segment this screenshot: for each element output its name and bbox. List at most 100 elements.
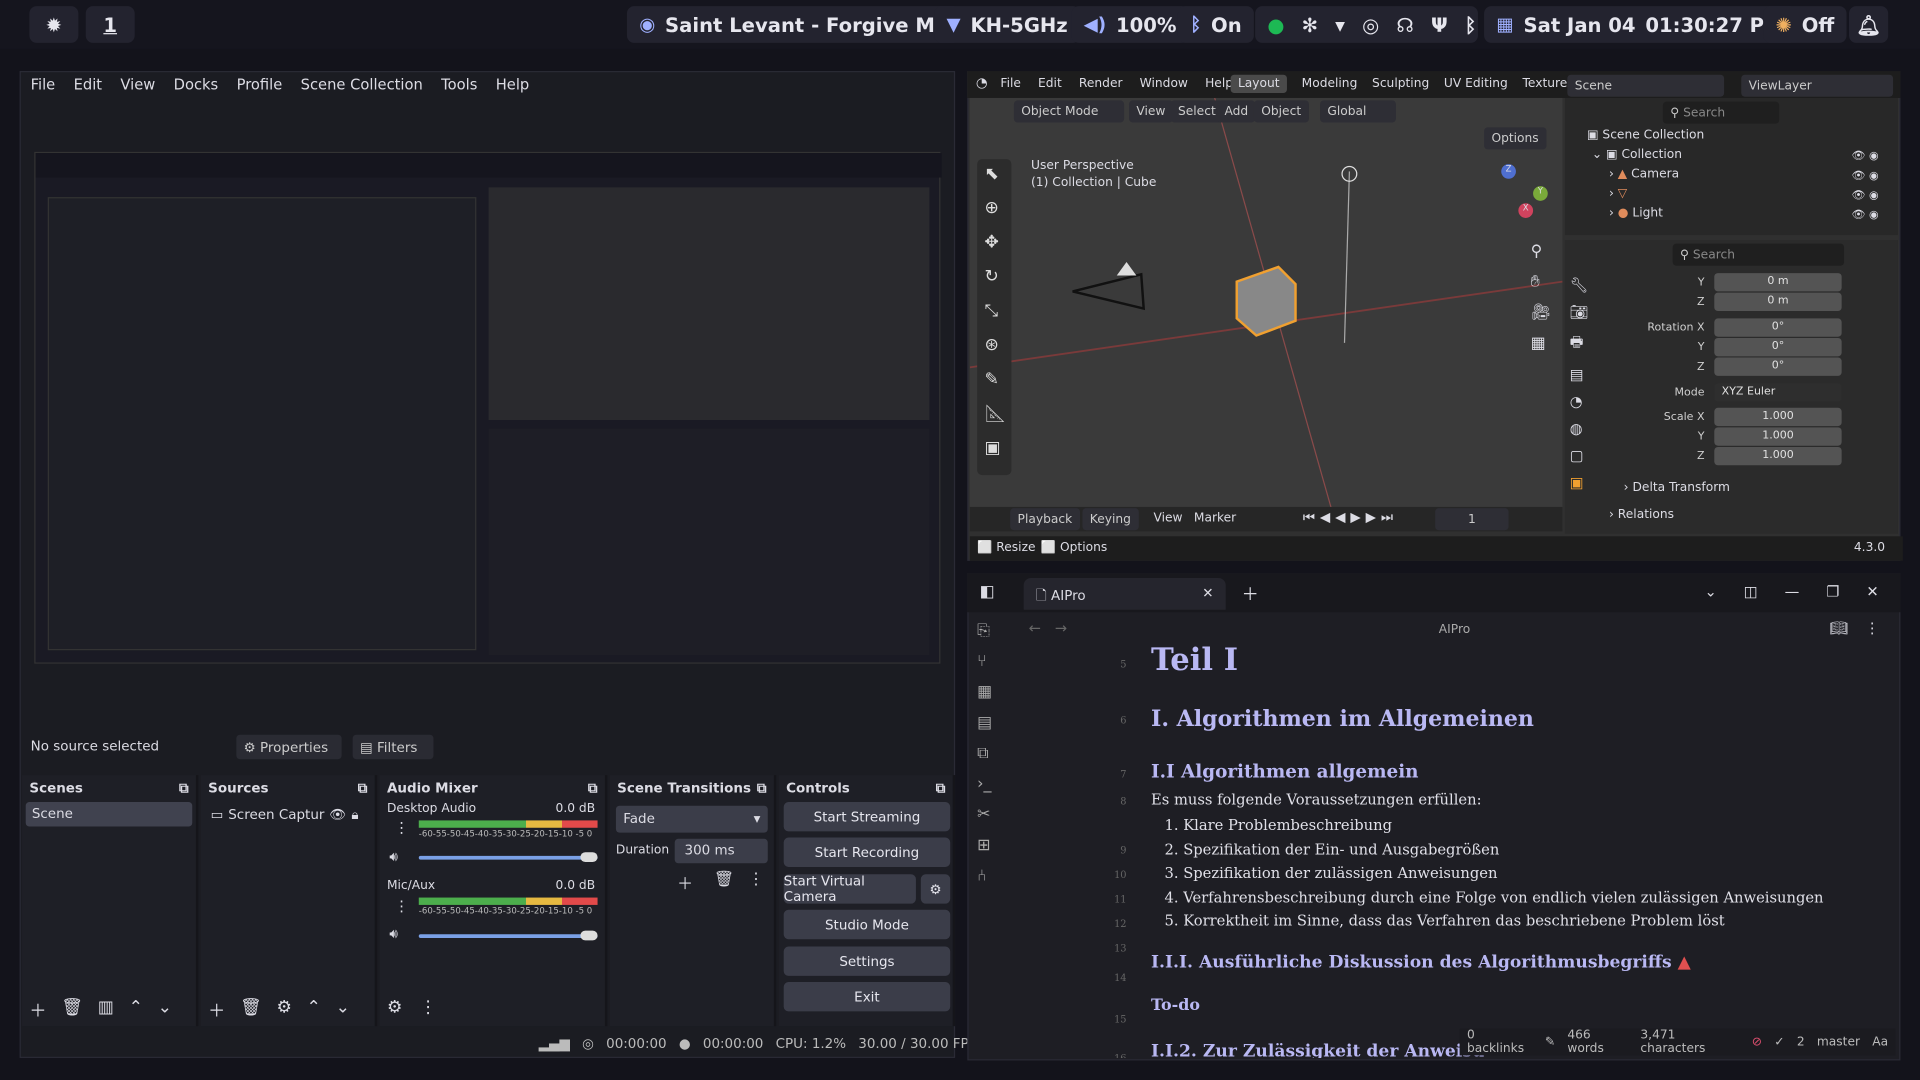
new-tab-icon[interactable]: ＋ (1242, 582, 1259, 606)
minimize-icon[interactable]: — (1785, 583, 1800, 600)
note-content[interactable]: 5 Teil I 6 I. Algorithmen im Allgemeinen… (1024, 639, 1893, 1058)
steam-icon[interactable]: ◎ (1362, 13, 1379, 36)
tab-modeling[interactable]: Modeling (1302, 75, 1358, 93)
rotation-y-field[interactable]: 0° (1714, 337, 1842, 357)
filters-button[interactable]: ▤ Filters (352, 734, 434, 760)
camera-row[interactable]: › ▲ Camera (1609, 168, 1679, 181)
tab-sculpting[interactable]: Sculpting (1372, 75, 1429, 93)
add-icon[interactable]: ＋ (677, 871, 693, 894)
location-y-field[interactable]: 0 m (1714, 273, 1842, 292)
split-icon[interactable]: ◫ (1744, 583, 1758, 600)
scale-tool-icon[interactable]: ⤡ (984, 301, 1006, 321)
object-menu[interactable]: Object (1253, 100, 1309, 123)
tray-icon[interactable]: ☊ (1396, 13, 1413, 36)
usb-icon[interactable]: Ψ (1431, 13, 1448, 36)
lock-icon[interactable]: 🔒︎ (351, 807, 358, 824)
undock-icon[interactable]: ⧉ (179, 780, 189, 797)
mic-volume-slider[interactable] (418, 934, 598, 938)
measure-tool-icon[interactable]: 📐︎ (984, 404, 1006, 424)
blender-logo-icon[interactable]: ◔ (976, 75, 988, 91)
properties-search[interactable]: ⚲ Search (1672, 243, 1845, 266)
close-icon[interactable]: ✕ (1202, 585, 1213, 602)
keying-menu[interactable]: Keying (1082, 508, 1139, 531)
rotation-z-field[interactable]: 0° (1714, 357, 1842, 376)
outliner-search[interactable]: ⚲ Search (1662, 101, 1780, 124)
annotate-tool-icon[interactable]: ✎ (984, 370, 1006, 390)
scene-selector[interactable]: Scene (1567, 74, 1725, 97)
tab-aipro[interactable]: 🗋︎ AIPro ✕ (1023, 577, 1226, 610)
view-layer-icon[interactable]: ▤ (1570, 366, 1589, 383)
location-z-field[interactable]: 0 m (1714, 292, 1842, 312)
undock-icon[interactable]: ⧉ (936, 780, 946, 797)
plugin-icon[interactable]: ✂ (977, 806, 992, 824)
trash-icon[interactable]: 🗑︎ (240, 998, 262, 1022)
eye-icon[interactable]: 👁︎ (329, 807, 346, 824)
transition-select[interactable]: Fade ▾ (615, 805, 768, 833)
git-branch[interactable]: master (1817, 1035, 1860, 1048)
x-axis-icon[interactable]: X (1518, 203, 1534, 218)
speaker-icon[interactable]: 🔊︎ (389, 926, 397, 943)
speaker-icon[interactable]: 🔊︎ (389, 849, 397, 866)
close-icon[interactable]: ✕ (1866, 583, 1878, 600)
menu-docks[interactable]: Docks (174, 76, 219, 93)
add-icon[interactable]: ＋ (208, 998, 225, 1022)
volume-widget[interactable]: ◀) 100% (1071, 6, 1189, 43)
world-icon[interactable]: ◍ (1570, 420, 1589, 437)
tray-icon[interactable]: ✻ (1302, 13, 1318, 36)
cube-object[interactable] (1235, 265, 1297, 337)
chevron-down-icon[interactable]: ⌄ (1705, 583, 1717, 600)
tab-uv-editing[interactable]: UV Editing (1444, 75, 1508, 93)
menu-edit[interactable]: Edit (74, 76, 102, 93)
menu-edit[interactable]: Edit (1038, 77, 1062, 90)
start-virtual-camera-button[interactable]: Start Virtual Camera (783, 873, 916, 905)
menu-help[interactable]: Help (1205, 77, 1233, 90)
source-item[interactable]: ▭ Screen Captur 👁︎ 🔒︎ (211, 807, 359, 824)
scene-icon[interactable]: ◔ (1570, 393, 1589, 410)
terminal-icon[interactable]: ›_ (977, 775, 992, 793)
exit-button[interactable]: Exit (783, 982, 951, 1012)
zoom-icon[interactable]: ⚲ (1531, 242, 1551, 260)
rotation-mode-select[interactable]: XYZ Euler (1714, 383, 1842, 402)
open-file-icon[interactable]: ⎘ (977, 622, 992, 640)
kebab-menu-icon[interactable]: ⋮ (394, 819, 409, 836)
git-icon[interactable]: ⑃ (977, 867, 992, 885)
slider-knob[interactable] (580, 930, 598, 941)
chevron-down-icon[interactable]: ⌄ (336, 998, 350, 1022)
view-menu[interactable]: View (1128, 100, 1173, 123)
undock-icon[interactable]: ⧉ (757, 780, 767, 797)
gear-icon[interactable]: ⚙ (920, 874, 951, 904)
media-widget[interactable]: ◉ Saint Levant - Forgive Me (626, 6, 961, 43)
spotify-icon[interactable]: ● (1267, 13, 1284, 36)
font-size-toggle[interactable]: Aa (1872, 1035, 1888, 1048)
copy-icon[interactable]: ⧉ (977, 744, 992, 762)
select-tool-icon[interactable]: ⬉ (984, 164, 1006, 184)
canvas-icon[interactable]: ▦ (977, 683, 992, 701)
scale-y-field[interactable]: 1.000 (1714, 427, 1842, 446)
gear-icon[interactable]: ⚙ (276, 998, 291, 1022)
nav-arrows[interactable]: ← → (1029, 620, 1068, 637)
timeline-marker-menu[interactable]: Marker (1194, 512, 1236, 525)
notification-bell-icon[interactable]: 🔔︎ (1848, 6, 1889, 43)
transform-tool-icon[interactable]: ⊛ (984, 336, 1006, 356)
playback-menu[interactable]: Playback (1010, 508, 1080, 531)
advanced-audio-icon[interactable]: ⚙ (387, 998, 402, 1018)
move-tool-icon[interactable]: ✥ (984, 233, 1006, 253)
menu-file[interactable]: File (31, 76, 56, 93)
kebab-menu-icon[interactable]: ⋮ (748, 871, 764, 889)
chevron-up-icon[interactable]: ⌃ (129, 998, 143, 1022)
undock-icon[interactable]: ⧉ (358, 780, 368, 797)
trash-icon[interactable]: 🗑︎ (61, 998, 83, 1022)
calendar-icon[interactable]: ▤ (977, 714, 992, 732)
menu-render[interactable]: Render (1079, 77, 1123, 90)
rotation-x-field[interactable]: 0° (1714, 318, 1842, 337)
menu-help[interactable]: Help (496, 76, 530, 93)
menu-scene-collection[interactable]: Scene Collection (301, 76, 423, 93)
collection-row[interactable]: ⌄ ▣ Collection (1592, 148, 1682, 161)
graph-icon[interactable]: ⑂ (977, 653, 992, 671)
tool-icon[interactable]: 🔧︎ (1570, 277, 1589, 294)
visibility-toggles[interactable]: 👁︎ ◉ 👁︎ ◉ 👁︎ ◉ 👁︎ ◉ (1851, 147, 1878, 225)
scale-z-field[interactable]: 1.000 (1714, 446, 1842, 466)
settings-button[interactable]: Settings (783, 946, 951, 976)
nightlight-widget[interactable]: ✺ Off (1763, 6, 1847, 43)
scene-collection-row[interactable]: ▣ Scene Collection (1587, 129, 1704, 142)
